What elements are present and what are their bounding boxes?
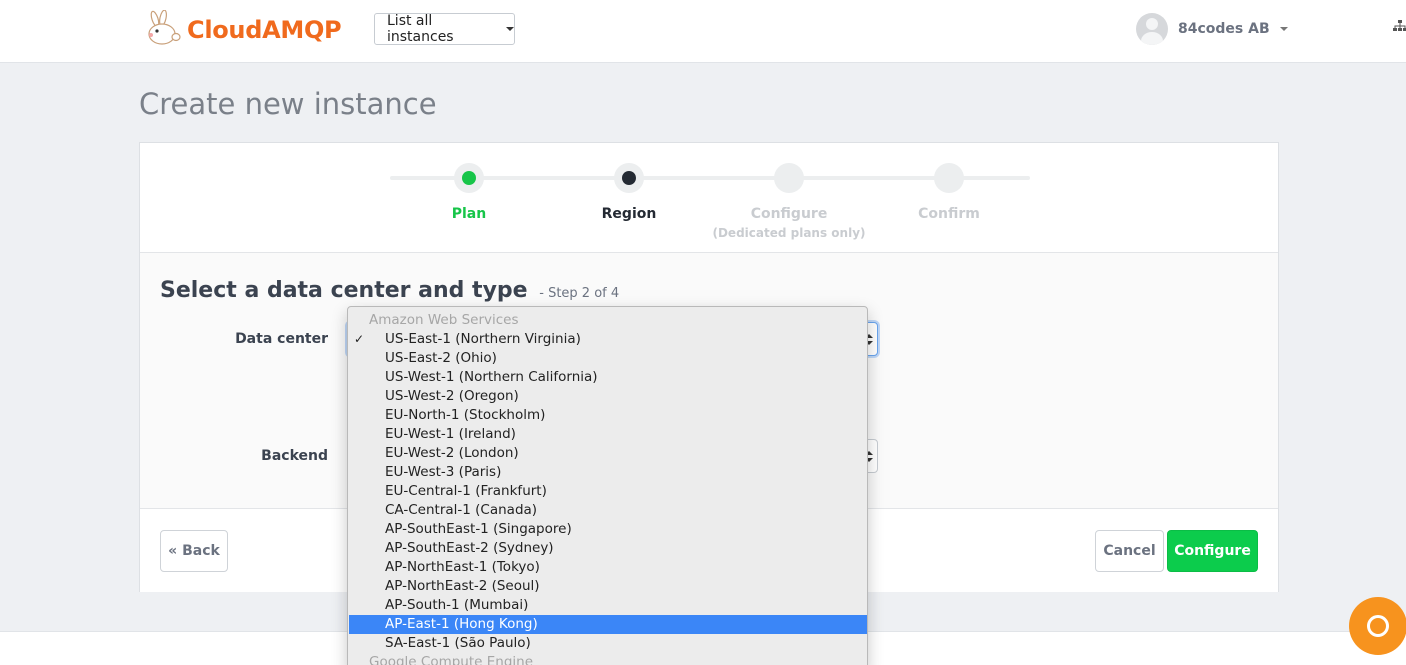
- dropdown-option[interactable]: US-East-2 (Ohio): [349, 349, 867, 368]
- dropdown-option[interactable]: US-West-2 (Oregon): [349, 387, 867, 406]
- section-title: Select a data center and type - Step 2 o…: [160, 278, 619, 303]
- chat-bubble-icon: [1367, 615, 1389, 637]
- network-tree-icon[interactable]: [1393, 20, 1406, 35]
- chat-help-icon[interactable]: [1349, 597, 1406, 655]
- dropdown-option[interactable]: ✓ US-East-1 (Northern Virginia): [349, 330, 867, 349]
- step-dot: [774, 163, 804, 193]
- dropdown-option[interactable]: AP-South-1 (Mumbai): [349, 596, 867, 615]
- step-label: Confirm: [918, 206, 980, 222]
- page-title: Create new instance: [139, 87, 437, 121]
- dropdown-option[interactable]: CA-Central-1 (Canada): [349, 501, 867, 520]
- avatar: [1136, 13, 1168, 45]
- step-dot: [454, 163, 484, 193]
- dropdown-option[interactable]: AP-NorthEast-2 (Seoul): [349, 577, 867, 596]
- back-button[interactable]: « Back: [160, 530, 228, 572]
- section-step: - Step 2 of 4: [539, 286, 620, 301]
- backend-label: Backend: [261, 448, 328, 464]
- cancel-button[interactable]: Cancel: [1095, 530, 1164, 572]
- dropdown-option-highlighted[interactable]: AP-East-1 (Hong Kong): [349, 615, 867, 634]
- dropdown-option[interactable]: AP-SouthEast-2 (Sydney): [349, 539, 867, 558]
- step-label: Region: [601, 206, 657, 222]
- dropdown-option[interactable]: AP-SouthEast-1 (Singapore): [349, 520, 867, 539]
- step-label: Plan: [451, 206, 487, 222]
- progress-steps: Plan Region Configure (Dedicated plans o…: [140, 143, 1278, 253]
- data-center-label: Data center: [235, 331, 328, 347]
- step-sublabel: (Dedicated plans only): [712, 226, 866, 240]
- data-center-dropdown-list[interactable]: Amazon Web Services ✓ US-East-1 (Norther…: [347, 306, 868, 665]
- dropdown-option[interactable]: US-West-1 (Northern California): [349, 368, 867, 387]
- dropdown-option[interactable]: SA-East-1 (São Paulo): [349, 634, 867, 653]
- caret-down-icon: [506, 27, 514, 31]
- step-confirm: Confirm: [869, 163, 1029, 222]
- step-label: Configure: [750, 206, 828, 222]
- dropdown-option[interactable]: EU-West-1 (Ireland): [349, 425, 867, 444]
- step-plan: Plan: [389, 163, 549, 222]
- step-dot: [614, 163, 644, 193]
- step-dot: [934, 163, 964, 193]
- option-group-aws: Amazon Web Services: [369, 312, 519, 328]
- account-menu[interactable]: 84codes AB: [1136, 13, 1288, 45]
- logo[interactable]: CloudAMQP: [143, 9, 342, 50]
- option-group-gce: Google Compute Engine: [369, 654, 534, 665]
- checkmark-icon: ✓: [354, 332, 365, 346]
- configure-button[interactable]: Configure: [1167, 530, 1258, 572]
- caret-down-icon: [1279, 27, 1288, 31]
- step-region: Region: [549, 163, 709, 222]
- step-configure: Configure (Dedicated plans only): [709, 163, 869, 240]
- top-navigation-bar: CloudAMQP List all instances 84codes AB: [0, 0, 1406, 63]
- list-instances-label: List all instances: [387, 13, 454, 45]
- dropdown-option[interactable]: EU-West-2 (London): [349, 444, 867, 463]
- logo-text: CloudAMQP: [187, 16, 342, 44]
- dropdown-option[interactable]: EU-North-1 (Stockholm): [349, 406, 867, 425]
- dropdown-option[interactable]: EU-Central-1 (Frankfurt): [349, 482, 867, 501]
- dropdown-option[interactable]: AP-NorthEast-1 (Tokyo): [349, 558, 867, 577]
- dropdown-option[interactable]: EU-West-3 (Paris): [349, 463, 867, 482]
- account-name: 84codes AB: [1178, 21, 1270, 37]
- section-title-text: Select a data center and type: [160, 278, 528, 303]
- list-instances-dropdown[interactable]: List all instances: [374, 13, 515, 45]
- rabbit-logo-icon: [143, 9, 181, 50]
